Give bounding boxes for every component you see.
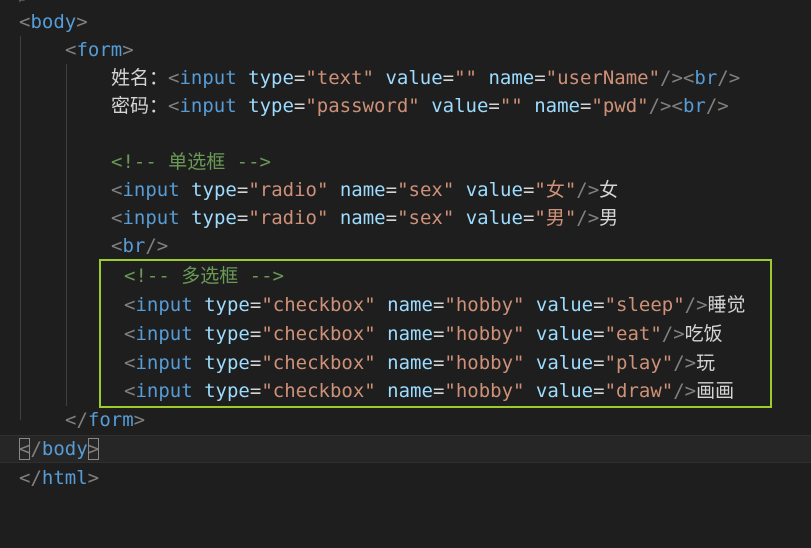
scrolled-line-fragment: ⌐	[19, 0, 26, 7]
code-text: 密码：<input type="password" value="" name=…	[111, 95, 729, 117]
code-text: <form>	[65, 39, 134, 61]
code-line-checkbox-play[interactable]: <input type="checkbox" name="hobby" valu…	[0, 349, 811, 377]
code-text: <input type="checkbox" name="hobby" valu…	[124, 352, 716, 374]
code-line-br[interactable]: <br/>	[0, 232, 811, 260]
code-text: <input type="checkbox" name="hobby" valu…	[124, 380, 735, 402]
bracket-match-close: >	[87, 438, 100, 460]
comment-text: <!-- 多选框 -->	[124, 265, 284, 287]
code-line-checkbox-draw[interactable]: <input type="checkbox" name="hobby" valu…	[0, 377, 811, 405]
code-editor[interactable]: ⌐ <body> <form> 姓名：<input type="text" va…	[0, 0, 811, 505]
code-line-comment-radio[interactable]: <!-- 单选框 -->	[0, 148, 811, 176]
code-text: <input type="checkbox" name="hobby" valu…	[124, 323, 723, 345]
code-line-checkbox-sleep[interactable]: <input type="checkbox" name="hobby" valu…	[0, 291, 811, 319]
code-line-checkbox-eat[interactable]: <input type="checkbox" name="hobby" valu…	[0, 320, 811, 348]
bracket-match-open: <	[19, 438, 31, 460]
code-line-radio-female[interactable]: <input type="radio" name="sex" value="女"…	[0, 176, 811, 204]
code-text: <body>	[19, 11, 88, 33]
code-line-html-close[interactable]: </html>	[0, 464, 811, 492]
code-line-blank[interactable]	[0, 120, 811, 148]
code-text: 姓名：<input type="text" value="" name="use…	[111, 67, 741, 89]
code-line-body-close[interactable]: </body>	[0, 435, 811, 463]
code-text: <br/>	[111, 235, 169, 257]
code-text: </body>	[19, 438, 100, 460]
code-line-password[interactable]: 密码：<input type="password" value="" name=…	[0, 92, 811, 120]
code-text: </form>	[65, 409, 146, 431]
code-text: <input type="radio" name="sex" value="女"…	[111, 179, 619, 201]
code-line-form-close[interactable]: </form>	[0, 406, 811, 434]
code-line-username[interactable]: 姓名：<input type="text" value="" name="use…	[0, 64, 811, 92]
comment-text: <!-- 单选框 -->	[111, 151, 271, 173]
code-line-comment-checkbox[interactable]: <!-- 多选框 -->	[0, 262, 811, 290]
code-line-body-open[interactable]: <body>	[0, 8, 811, 36]
code-line-radio-male[interactable]: <input type="radio" name="sex" value="男"…	[0, 204, 811, 232]
code-text: <input type="checkbox" name="hobby" valu…	[124, 294, 746, 316]
code-text: <input type="radio" name="sex" value="男"…	[111, 207, 619, 229]
code-line-form-open[interactable]: <form>	[0, 36, 811, 64]
code-text: </html>	[19, 467, 100, 489]
